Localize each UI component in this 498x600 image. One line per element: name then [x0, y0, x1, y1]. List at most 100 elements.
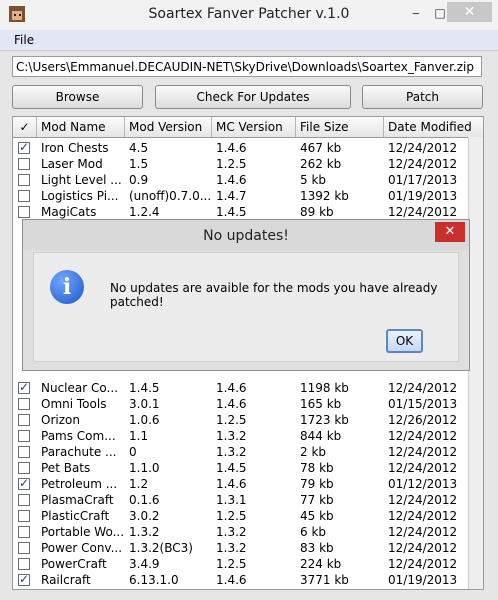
header-date-modified[interactable]: Date Modified	[384, 117, 483, 137]
cell-mc: 1.3.1	[216, 493, 247, 507]
row-checkbox[interactable]	[18, 140, 30, 154]
cell-name: Power Conv...	[41, 541, 123, 555]
table-row[interactable]: Pet Bats 1.1.0 1.4.5 78 kb 12/24/2012	[13, 460, 483, 476]
close-icon[interactable]: ✕	[447, 2, 492, 22]
cell-mod: 0.1.6	[129, 493, 160, 507]
row-checkbox[interactable]	[18, 380, 30, 394]
cell-mod: 1.1.0	[129, 461, 160, 475]
cell-size: 89 kb	[300, 205, 334, 219]
cell-mod: 1.3.2(BC3)	[129, 541, 193, 555]
cell-size: 844 kb	[300, 429, 342, 443]
header-file-size[interactable]: File Size	[296, 117, 384, 137]
row-checkbox[interactable]	[18, 398, 30, 410]
table-row[interactable]: Portable Wo... 1.3.2 1.3.2 6 kb 12/24/2012	[13, 524, 483, 540]
cell-mc: 1.4.5	[216, 205, 247, 219]
cell-size: 79 kb	[300, 477, 334, 491]
table-row[interactable]: Light Level ... 0.9 1.4.6 5 kb 01/17/2013	[13, 172, 483, 188]
cell-mod: 1.0.6	[129, 413, 160, 427]
table-row[interactable]: Pams Com... 1.1 1.3.2 844 kb 12/24/2012	[13, 428, 483, 444]
cell-mc: 1.4.6	[216, 397, 247, 411]
table-row[interactable]: Railcraft6.13.1.01.4.63771 kb01/19/2013	[13, 572, 483, 588]
cell-size: 3771 kb	[300, 573, 349, 587]
dialog-message: No updates are avaible for the mods you …	[110, 281, 438, 309]
row-checkbox[interactable]	[18, 174, 30, 186]
table-row[interactable]: Iron Chests4.51.4.6467 kb12/24/2012	[13, 140, 483, 156]
check-updates-button[interactable]: Check For Updates	[155, 85, 351, 109]
cell-name: Iron Chests	[41, 141, 109, 155]
row-checkbox[interactable]	[18, 542, 30, 554]
header-check[interactable]: ✓	[13, 117, 37, 137]
cell-mod: 3.0.1	[129, 397, 160, 411]
table-row[interactable]: Logistics Pi... (unoff)0.7.0... 1.4.7 1392 …	[13, 188, 483, 204]
cell-mc: 1.2.5	[216, 157, 247, 171]
header-mc-version[interactable]: MC Version	[212, 117, 296, 137]
path-field[interactable]: C:\Users\Emmanuel.DECAUDIN-NET\SkyDrive\…	[12, 56, 482, 77]
cell-size: 5 kb	[300, 173, 327, 187]
table-row[interactable]: Omni Tools 3.0.1 1.4.6 165 kb 01/15/2013	[13, 396, 483, 412]
cell-mc: 1.3.2	[216, 541, 247, 555]
dialog-title: No updates!	[203, 228, 289, 244]
browse-button[interactable]: Browse	[12, 85, 143, 109]
row-checkbox[interactable]	[18, 476, 30, 490]
table-row[interactable]: Parachute ... 0 1.3.2 2 kb 12/24/2012	[13, 444, 483, 460]
cell-size: 1723 kb	[300, 413, 349, 427]
title-bar: Soartex Fanver Patcher v.1.0 ‒ □ ✕	[0, 0, 498, 30]
table-row[interactable]: Petroleum ...1.21.4.679 kb01/12/2013	[13, 476, 483, 492]
cell-name: Omni Tools	[41, 397, 107, 411]
row-checkbox[interactable]	[18, 494, 30, 506]
row-checkbox[interactable]	[18, 510, 30, 522]
table-row[interactable]: PowerCraft 3.4.9 1.2.5 224 kb 12/24/2012	[13, 556, 483, 572]
cell-mod: 1.3.2	[129, 525, 160, 539]
cell-mod: 1.5	[129, 157, 149, 171]
header-mod-name[interactable]: Mod Name	[37, 117, 125, 137]
row-checkbox[interactable]	[18, 430, 30, 442]
row-checkbox[interactable]	[18, 446, 30, 458]
cell-name: Parachute ...	[41, 445, 117, 459]
cell-mod: 1.1	[129, 429, 149, 443]
row-checkbox[interactable]	[18, 462, 30, 474]
row-checkbox[interactable]	[18, 526, 30, 538]
menu-bar: File	[0, 30, 498, 51]
table-row[interactable]: Orizon 1.0.6 1.2.5 1723 kb 12/26/2012	[13, 412, 483, 428]
cell-name: Laser Mod	[41, 157, 103, 171]
table-row[interactable]: Power Conv... 1.3.2(BC3) 1.3.2 83 kb 12/24/2…	[13, 540, 483, 556]
cell-size: 2 kb	[300, 445, 327, 459]
table-row[interactable]: MagiCats 1.2.4 1.4.5 89 kb 12/24/2012	[13, 204, 483, 220]
cell-name: Logistics Pi...	[41, 189, 119, 203]
cell-mod: 4.5	[129, 141, 149, 155]
cell-mod: 0.9	[129, 173, 149, 187]
cell-size: 6 kb	[300, 525, 327, 539]
table-row[interactable]: Laser Mod 1.5 1.2.5 262 kb 12/24/2012	[13, 156, 483, 172]
row-checkbox[interactable]	[18, 206, 30, 218]
cell-name: Pams Com...	[41, 429, 116, 443]
row-checkbox[interactable]	[18, 190, 30, 202]
dialog-close-icon[interactable]: ✕	[435, 222, 465, 242]
row-checkbox[interactable]	[18, 158, 30, 170]
table-header: ✓ Mod Name Mod Version MC Version File S…	[13, 117, 483, 138]
cell-mc: 1.4.6	[216, 381, 247, 395]
table-row[interactable]: PlasmaCraft 0.1.6 1.3.1 77 kb 12/24/2012	[13, 492, 483, 508]
menu-file[interactable]: File	[14, 33, 34, 47]
header-mod-version[interactable]: Mod Version	[125, 117, 212, 137]
cell-name: Portable Wo...	[41, 525, 125, 539]
cell-name: Railcraft	[41, 573, 91, 587]
table-row[interactable]: PlasticCraft 3.0.2 1.2.5 45 kb 12/24/2012	[13, 508, 483, 524]
cell-mc: 1.2.5	[216, 413, 247, 427]
row-checkbox[interactable]	[18, 414, 30, 426]
cell-name: PlasticCraft	[41, 509, 110, 523]
table-scrollbar[interactable]	[468, 137, 483, 589]
cell-size: 1198 kb	[300, 381, 349, 395]
cell-name: Light Level ...	[41, 173, 122, 187]
patch-button[interactable]: Patch	[362, 85, 483, 109]
cell-mc: 1.2.5	[216, 557, 247, 571]
cell-mod: 6.13.1.0	[129, 573, 179, 587]
table-row[interactable]: Nuclear Co...1.4.51.4.61198 kb12/24/2012	[13, 380, 483, 396]
row-checkbox[interactable]	[18, 572, 30, 586]
cell-size: 467 kb	[300, 141, 342, 155]
ok-button[interactable]: OK	[386, 329, 423, 353]
cell-name: Orizon	[41, 413, 80, 427]
row-checkbox[interactable]	[18, 558, 30, 570]
cell-mod: 3.0.2	[129, 509, 160, 523]
minimize-icon[interactable]: ‒	[404, 4, 428, 22]
info-icon: i	[50, 270, 84, 304]
